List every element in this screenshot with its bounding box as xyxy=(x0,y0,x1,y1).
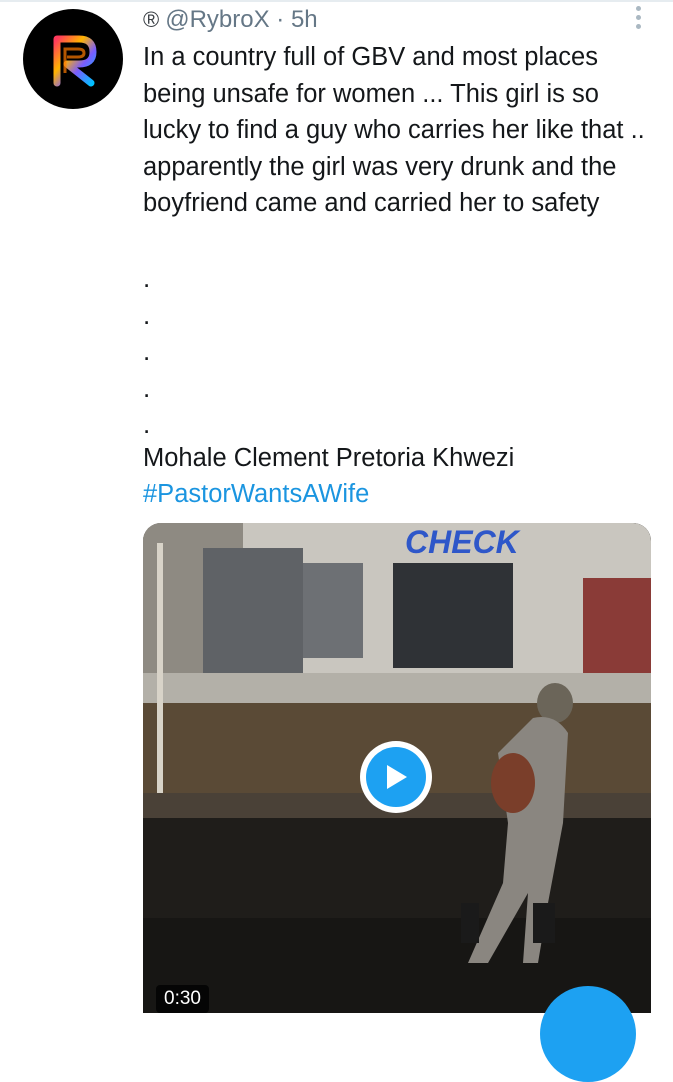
rybrox-logo xyxy=(53,35,97,87)
dot-line: . xyxy=(143,263,151,293)
avatar[interactable] xyxy=(23,9,123,109)
video-duration: 0:30 xyxy=(156,985,209,1013)
dot-line: . xyxy=(143,299,151,330)
tweet-text: In a country full of GBV and most places… xyxy=(143,43,645,217)
dot-line: . xyxy=(143,336,151,366)
registered-icon: ® xyxy=(143,7,160,32)
tweet-header: ® @RybroX · 5h xyxy=(143,6,318,34)
store-sign-text: CHECK xyxy=(405,524,522,560)
credit-line: Mohale Clement Pretoria Khwezi xyxy=(143,444,515,472)
play-icon xyxy=(366,747,426,807)
play-button[interactable] xyxy=(360,741,432,813)
timestamp[interactable]: 5h xyxy=(291,6,318,33)
compose-tweet-button[interactable] xyxy=(540,986,636,1082)
dot-line: . xyxy=(143,409,151,439)
hashtag-link[interactable]: #PastorWantsAWife xyxy=(143,476,369,513)
vertical-ellipsis-icon[interactable] xyxy=(633,6,643,32)
dots-list: . . . . . xyxy=(143,260,150,443)
separator: · xyxy=(276,6,285,33)
top-divider xyxy=(0,0,673,2)
user-handle[interactable]: @RybroX xyxy=(165,6,269,33)
video-player[interactable]: CHECK 0:30 xyxy=(143,523,651,1013)
dot-line: . xyxy=(143,372,151,403)
